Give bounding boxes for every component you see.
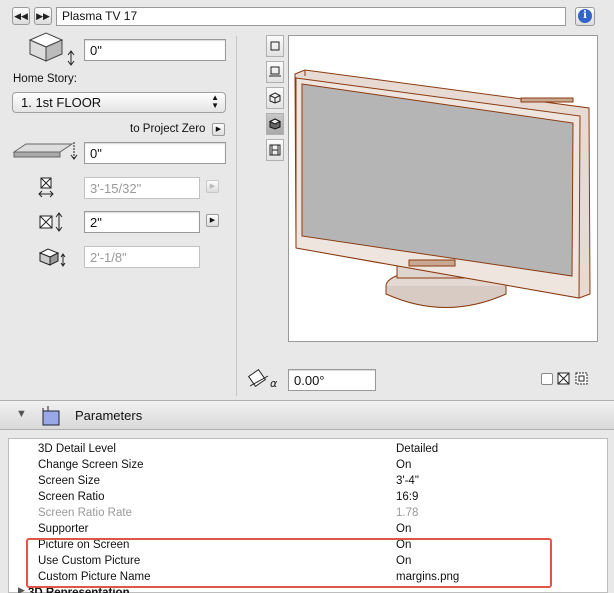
preview-panel <box>288 35 598 342</box>
parameter-row[interactable]: Change Screen Size On <box>12 457 609 473</box>
rotation-angle-icon: α <box>248 368 278 390</box>
parameter-value[interactable]: 1.78 <box>396 505 418 521</box>
mirror-checkbox[interactable] <box>541 373 553 385</box>
parameter-row[interactable]: Screen Ratio 16:9 <box>12 489 609 505</box>
view-2d-button[interactable] <box>266 35 284 57</box>
project-zero-menu-button[interactable]: ▶ <box>212 123 225 136</box>
panel-divider <box>236 36 237 396</box>
width-field[interactable]: 3'-15/32" <box>84 177 200 199</box>
parameter-row[interactable]: Screen Size 3'-4" <box>12 473 609 489</box>
project-zero-offset-field[interactable]: 0" <box>84 142 226 164</box>
collapse-triangle-icon[interactable]: ▼ <box>16 408 27 420</box>
svg-text:α: α <box>270 377 278 390</box>
parameter-name: Screen Size <box>38 475 101 487</box>
view-section-button[interactable] <box>266 61 284 83</box>
parameters-icon <box>42 406 60 426</box>
to-project-zero-label: to Project Zero <box>130 123 206 135</box>
parameter-row[interactable]: 3D Detail Level Detailed <box>12 441 609 457</box>
parameter-name: Supporter <box>38 523 89 535</box>
height-field[interactable]: 2" <box>84 211 200 233</box>
view-3d-shaded-button[interactable] <box>266 113 284 135</box>
square-icon <box>270 41 280 51</box>
parameters-section-header[interactable]: ▼ Parameters <box>0 400 614 430</box>
info-icon: i <box>578 9 592 23</box>
parameter-name: Change Screen Size <box>38 459 144 471</box>
parameter-value[interactable]: 3'-4" <box>396 473 419 489</box>
view-3d-wire-button[interactable] <box>266 87 284 109</box>
expand-triangle-icon[interactable]: ▶ <box>18 585 25 593</box>
elevation-icon <box>269 66 281 77</box>
home-story-select[interactable]: 1. 1st FLOOR ▲ ▼ <box>12 92 226 113</box>
next-button[interactable]: ▶▶ <box>34 7 52 25</box>
view-render-button[interactable] <box>266 139 284 161</box>
depth-field[interactable]: 2'-1/8" <box>84 246 200 268</box>
top-offset-field[interactable]: 0" <box>84 39 226 61</box>
parameter-row[interactable]: Supporter On <box>12 521 609 537</box>
parameter-value[interactable]: 16:9 <box>396 489 418 505</box>
home-story-value: 1. 1st FLOOR <box>21 95 102 110</box>
depth-icon <box>38 248 66 267</box>
info-button[interactable]: i <box>575 7 595 26</box>
top-elevation-icon <box>28 32 75 66</box>
parameter-name: 3D Detail Level <box>38 443 116 455</box>
home-story-label: Home Story: <box>13 73 77 85</box>
parameter-value[interactable]: Detailed <box>396 441 438 457</box>
parameter-value[interactable]: On <box>396 457 411 473</box>
cube-shaded-icon <box>268 118 282 130</box>
parameters-title: Parameters <box>75 408 143 423</box>
width-icon <box>38 177 54 198</box>
select-arrows-icon: ▲ ▼ <box>211 93 219 110</box>
film-icon <box>269 144 281 156</box>
rotation-angle-field[interactable]: 0.00° <box>288 369 376 391</box>
parameter-name: Screen Ratio Rate <box>38 507 132 519</box>
parameter-row[interactable]: Screen Ratio Rate 1.78 <box>12 505 609 521</box>
cube-outline-icon <box>269 92 281 104</box>
object-title[interactable]: Plasma TV 17 <box>56 7 566 26</box>
height-icon <box>39 212 63 232</box>
mirror-y-icon[interactable] <box>575 372 589 386</box>
previous-button[interactable]: ◀◀ <box>12 7 30 25</box>
project-zero-elevation-icon <box>12 142 78 160</box>
parameter-value[interactable]: On <box>396 521 411 537</box>
height-menu-button[interactable]: ▶ <box>206 214 219 227</box>
width-menu-button[interactable]: ▶ <box>206 180 219 193</box>
parameter-name: Screen Ratio <box>38 491 105 503</box>
highlight-box <box>26 538 552 588</box>
tv-preview-image <box>294 69 591 308</box>
mirror-x-icon[interactable] <box>557 372 571 386</box>
